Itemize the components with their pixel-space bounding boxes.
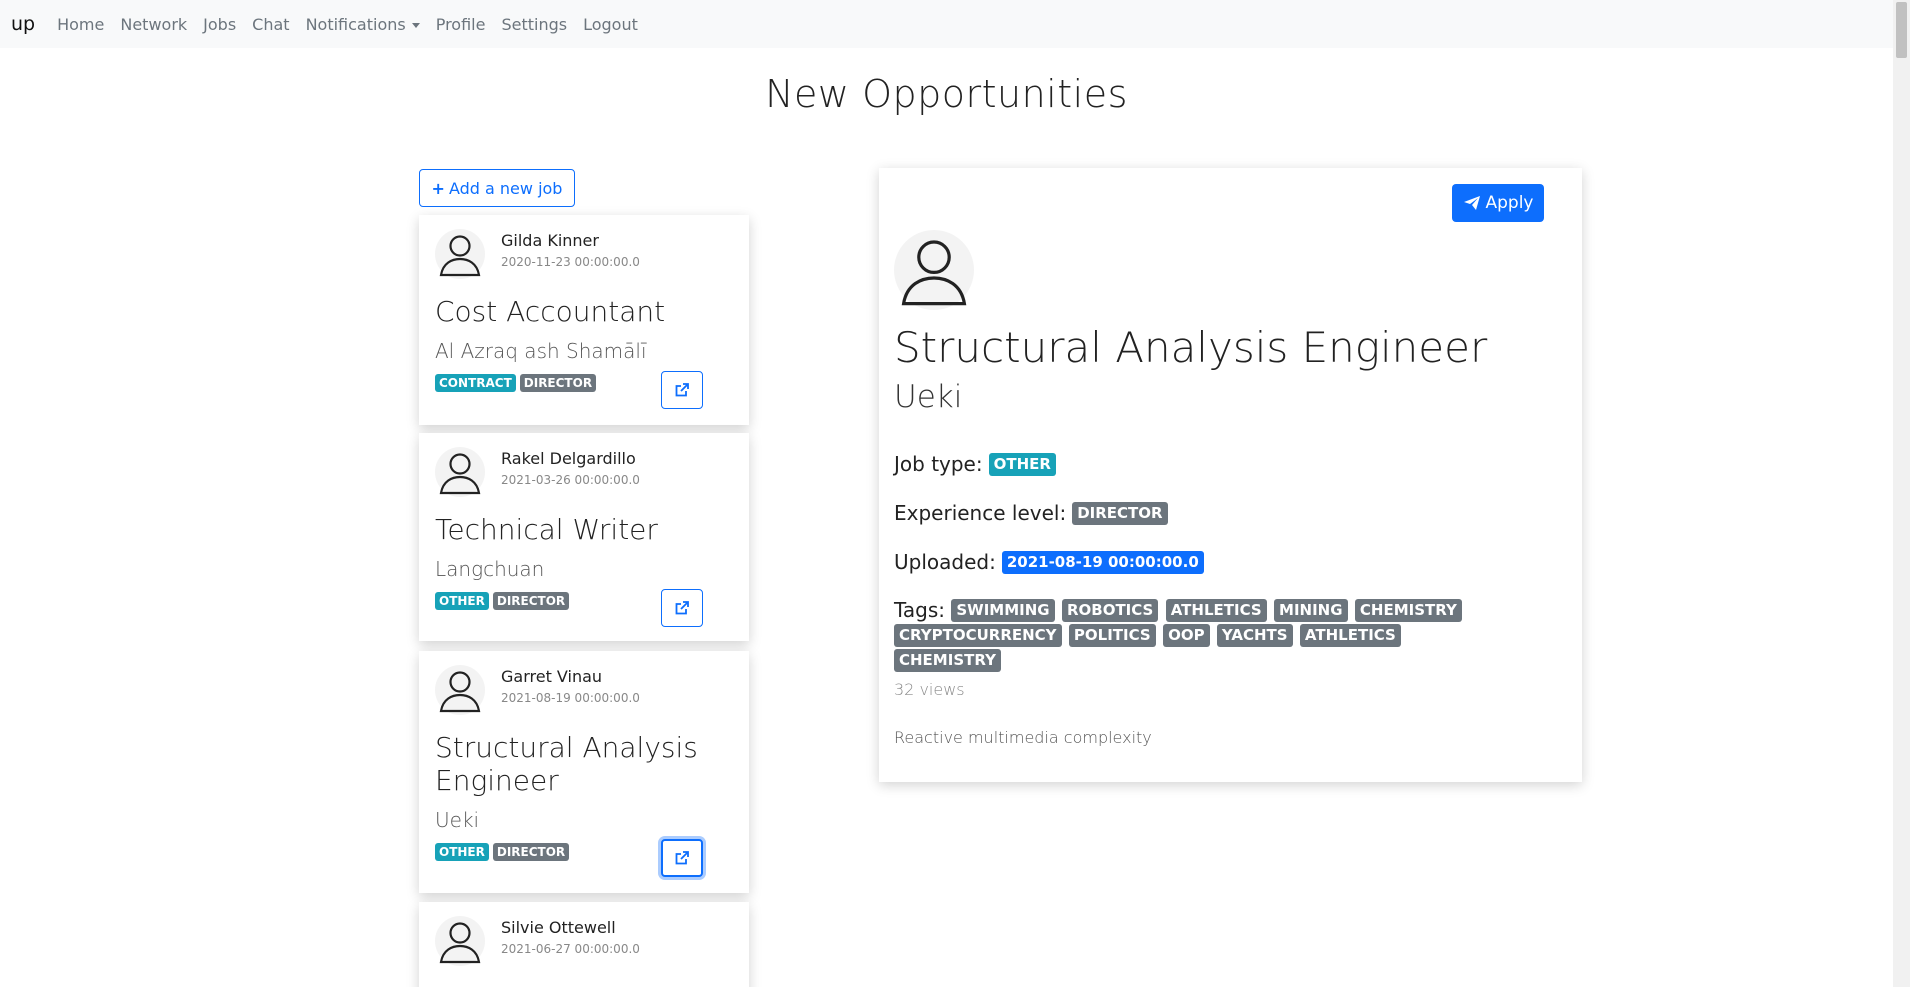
job-date: 2020-11-23 00:00:00.0 [501, 255, 640, 269]
paper-plane-icon [1463, 196, 1480, 210]
tag-badge: OOP [1163, 624, 1210, 647]
external-link-icon [675, 851, 689, 865]
job-card[interactable]: Gilda Kinner 2020-11-23 00:00:00.0 Cost … [419, 215, 749, 425]
open-job-button[interactable] [661, 589, 703, 627]
tag-badge: ROBOTICS [1061, 599, 1159, 622]
views-count: 32 views [894, 680, 965, 699]
uploaded-label: Uploaded: [894, 550, 996, 574]
job-description: Reactive multimedia complexity [894, 728, 1152, 747]
uploaded-row: Uploaded: 2021-08-19 00:00:00.0 [894, 550, 1204, 574]
experience-badge: DIRECTOR [492, 592, 570, 610]
brand-logo[interactable]: up [11, 13, 35, 35]
page-scrollbar[interactable] [1893, 0, 1910, 987]
experience-row: Experience level: DIRECTOR [894, 501, 1168, 525]
job-type-row: Job type: OTHER [894, 452, 1056, 476]
job-type-badge: OTHER [435, 592, 489, 610]
nav-settings[interactable]: Settings [501, 15, 567, 34]
user-avatar-icon [435, 229, 485, 279]
add-job-button[interactable]: + Add a new job [419, 169, 575, 207]
experience-badge: DIRECTOR [1072, 501, 1168, 525]
nav-logout[interactable]: Logout [583, 15, 638, 34]
tag-badge: CRYPTOCURRENCY [894, 624, 1062, 647]
tag-badge: POLITICS [1068, 624, 1156, 647]
job-location: Ueki [435, 808, 480, 832]
job-location: Langchuan [435, 557, 545, 581]
nav-notifications-label: Notifications [305, 14, 406, 34]
apply-label: Apply [1485, 193, 1534, 213]
nav-network[interactable]: Network [120, 15, 187, 34]
tag-badge: CHEMISTRY [894, 649, 1001, 672]
external-link-icon [675, 383, 689, 397]
job-title: Technical Writer [435, 513, 658, 546]
job-author: Silvie Ottewell [501, 918, 616, 937]
caret-down-icon [411, 22, 420, 28]
job-type-badge: CONTRACT [435, 374, 516, 392]
external-link-icon [675, 601, 689, 615]
user-avatar-icon [435, 447, 485, 497]
plus-icon: + [431, 178, 445, 198]
open-job-button[interactable] [661, 371, 703, 409]
job-type-label: Job type: [894, 452, 983, 476]
job-date: 2021-03-26 00:00:00.0 [501, 473, 640, 487]
experience-badge: DIRECTOR [492, 843, 570, 861]
job-card[interactable]: Rakel Delgardillo 2021-03-26 00:00:00.0 … [419, 433, 749, 641]
job-card[interactable]: Garret Vinau 2021-08-19 00:00:00.0 Struc… [419, 651, 749, 893]
job-type-badge: OTHER [435, 843, 489, 861]
job-date: 2021-08-19 00:00:00.0 [501, 691, 640, 705]
open-job-button[interactable] [661, 839, 703, 877]
nav-home[interactable]: Home [57, 15, 104, 34]
apply-button[interactable]: Apply [1452, 184, 1544, 222]
nav-chat[interactable]: Chat [252, 15, 289, 34]
detail-job-title: Structural Analysis Engineer [894, 323, 1488, 372]
add-job-label: Add a new job [448, 178, 563, 198]
tag-badge: ATHLETICS [1165, 599, 1267, 622]
tag-badge: MINING [1274, 599, 1348, 622]
tags-label: Tags: [894, 598, 946, 622]
job-title: Cost Accountant [435, 295, 666, 328]
job-card[interactable]: Silvie Ottewell 2021-06-27 00:00:00.0 [419, 902, 749, 987]
user-avatar-icon [435, 665, 485, 715]
experience-label: Experience level: [894, 501, 1067, 525]
tag-badge: CHEMISTRY [1354, 599, 1462, 622]
job-title: Structural Analysis Engineer [435, 731, 698, 797]
job-type-badge: OTHER [988, 452, 1056, 476]
job-location: Al Azraq ash Shamālī [435, 339, 647, 363]
nav-profile[interactable]: Profile [436, 15, 486, 34]
uploaded-date-badge: 2021-08-19 00:00:00.0 [1001, 550, 1204, 574]
job-detail-panel: Apply Structural Analysis Engineer Ueki … [879, 168, 1582, 782]
nav-notifications-dropdown[interactable]: Notifications [306, 15, 420, 34]
navbar: up Home Network Jobs Chat Notifications … [0, 0, 1893, 48]
page-title: New Opportunities [765, 72, 1128, 116]
experience-badge: DIRECTOR [519, 374, 597, 392]
job-date: 2021-06-27 00:00:00.0 [501, 942, 640, 956]
tag-badge: YACHTS [1216, 624, 1293, 647]
tags-section: Tags: SWIMMING ROBOTICS ATHLETICS MINING… [894, 598, 1514, 673]
detail-job-location: Ueki [894, 379, 963, 415]
scrollbar-thumb[interactable] [1896, 2, 1907, 58]
tag-badge: ATHLETICS [1299, 624, 1401, 647]
user-avatar-icon [435, 916, 485, 966]
nav-jobs[interactable]: Jobs [203, 15, 236, 34]
job-author: Gilda Kinner [501, 231, 599, 250]
job-author: Rakel Delgardillo [501, 449, 636, 468]
job-author: Garret Vinau [501, 667, 603, 686]
tag-badge: SWIMMING [951, 599, 1055, 622]
user-avatar-icon [894, 230, 974, 310]
